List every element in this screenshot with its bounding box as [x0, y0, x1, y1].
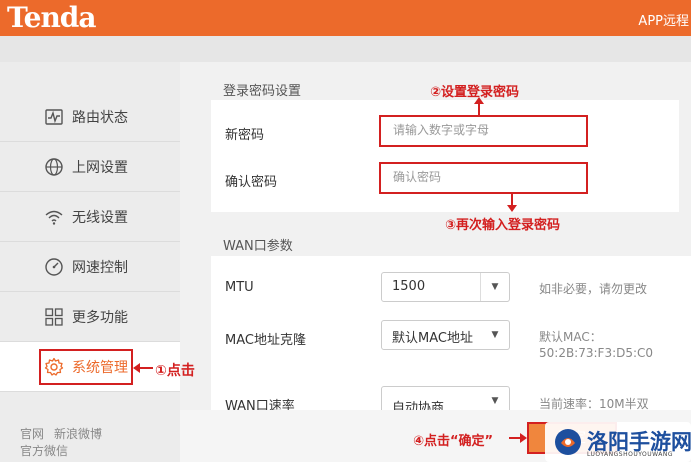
step1-annotation: ①点击	[155, 363, 195, 379]
speedometer-icon	[45, 258, 63, 276]
new-password-label: 新密码	[225, 128, 265, 143]
status-pulse-icon	[45, 109, 63, 125]
sidebar-item-label: 无线设置	[72, 210, 128, 226]
sidebar-item-label: 路由状态	[72, 110, 128, 126]
tenda-logo: Tenda	[7, 1, 97, 34]
mtu-select[interactable]: 1500 ▼	[381, 272, 510, 302]
confirm-password-input[interactable]: 确认密码	[379, 162, 588, 194]
step3-arrow-icon	[507, 194, 517, 212]
weibo-link[interactable]: 新浪微博	[54, 427, 102, 441]
mtu-hint: 如非必要，请勿更改	[539, 282, 648, 296]
globe-icon	[45, 158, 63, 176]
watermark: 洛阳手游网 LUOYANGSHOUYOUWANG	[545, 422, 691, 462]
wechat-link[interactable]: 官方微信	[20, 444, 68, 458]
app-remote-link[interactable]: APP远程	[638, 10, 689, 29]
top-bar: Tenda APP远程	[0, 0, 691, 36]
watermark-logo-icon	[555, 429, 581, 455]
grid-icon	[45, 308, 63, 326]
confirm-password-label: 确认密码	[225, 175, 278, 190]
sidebar-item-wireless-settings[interactable]: 无线设置	[0, 192, 180, 242]
chevron-down-icon: ▼	[491, 330, 499, 340]
wan-section-title: WAN口参数	[223, 239, 293, 254]
watermark-subtitle: LUOYANGSHOUYOUWANG	[587, 451, 674, 458]
mac-clone-label: MAC地址克隆	[225, 333, 306, 348]
default-mac-label: 默认MAC：	[539, 330, 602, 344]
step4-arrow-icon	[509, 433, 527, 443]
step2-arrow-icon	[474, 97, 484, 115]
mac-clone-value: 默认MAC地址	[392, 331, 473, 346]
wifi-icon	[45, 210, 63, 225]
mtu-value: 1500	[392, 279, 426, 294]
mtu-label: MTU	[225, 280, 254, 295]
sidebar-item-label: 上网设置	[72, 160, 128, 176]
default-mac-value: 50:2B:73:F3:D5:C0	[539, 346, 654, 360]
official-site-link[interactable]: 官网	[20, 427, 44, 441]
sidebar-item-label: 网速控制	[72, 260, 128, 276]
step3-annotation: ③再次输入登录密码	[445, 218, 561, 233]
step1-arrow-icon	[133, 363, 153, 373]
login-password-section-title: 登录密码设置	[223, 84, 302, 99]
sidebar-item-label: 更多功能	[72, 310, 128, 326]
new-password-input[interactable]: 请输入数字或字母	[379, 115, 588, 147]
system-management-highlight	[39, 349, 133, 385]
sidebar: 路由状态 上网设置 无线设置 网速控制 更多功能 系统管理	[0, 62, 180, 462]
mac-clone-select[interactable]: 默认MAC地址 ▼	[381, 320, 510, 350]
chevron-down-icon: ▼	[480, 273, 509, 301]
sidebar-item-more-functions[interactable]: 更多功能	[0, 292, 180, 342]
sidebar-item-internet-settings[interactable]: 上网设置	[0, 142, 180, 192]
header-strip	[0, 36, 691, 62]
step4-annotation: ④点击“确定”	[413, 434, 494, 449]
sidebar-footer: 官网 新浪微博 官方微信	[20, 426, 112, 460]
sidebar-item-router-status[interactable]: 路由状态	[0, 92, 180, 142]
sidebar-item-speed-control[interactable]: 网速控制	[0, 242, 180, 292]
